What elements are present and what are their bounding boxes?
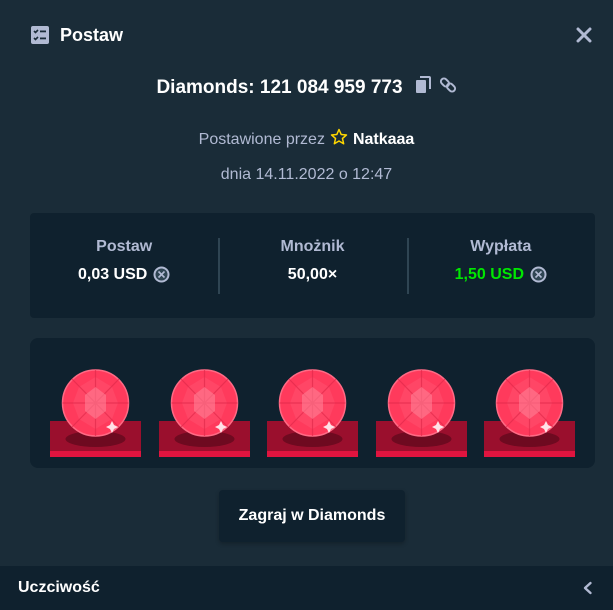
currency-icon <box>530 266 547 283</box>
gems-panel <box>30 338 595 468</box>
modal-header: Postaw <box>0 0 613 70</box>
fairness-label: Uczciwość <box>18 579 100 596</box>
stat-multiplier-label: Mnożnik <box>280 237 345 255</box>
stat-bet: Postaw 0,03 USD <box>30 238 218 294</box>
fairness-section[interactable]: Uczciwość <box>0 566 613 610</box>
bet-slip-icon <box>30 25 50 45</box>
stat-multiplier-value-row: 50,00× <box>218 266 406 284</box>
stat-payout: Wypłata 1,50 USD <box>406 237 595 294</box>
bet-title: Diamonds: 121 084 959 773 <box>156 77 403 98</box>
stat-bet-value-row: 0,03 USD <box>30 266 218 284</box>
bet-date: dnia 14.11.2022 o 12:47 <box>220 166 393 183</box>
diamond-gem-icon <box>484 347 575 459</box>
bet-title-row: Diamonds: 121 084 959 773 <box>0 76 613 100</box>
star-icon <box>330 128 348 151</box>
diamond-gem-icon <box>267 347 358 459</box>
user-name-link[interactable]: Natkaaa <box>353 131 414 149</box>
close-button[interactable] <box>573 24 595 46</box>
currency-icon <box>153 266 170 283</box>
stat-multiplier: Mnożnik 50,00× <box>218 237 406 294</box>
modal-title: Postaw <box>60 24 124 45</box>
diamond-gem-icon <box>158 347 250 459</box>
diamond-gem-icon <box>50 347 141 459</box>
stat-bet-label: Postaw <box>96 237 153 255</box>
copy-icon[interactable] <box>415 76 431 100</box>
play-game-button[interactable]: Zagraj w Diamonds <box>219 490 405 542</box>
placed-by-label: Postawione przez <box>198 130 325 148</box>
chevron-left-icon[interactable] <box>581 581 595 595</box>
stat-payout-value: 1,50 USD <box>454 265 524 283</box>
diamond-gem-icon <box>375 347 467 459</box>
link-icon[interactable] <box>439 76 457 100</box>
bet-stats-panel: Postaw 0,03 USD Mnożnik 50,00× Wypłata 1… <box>30 213 595 318</box>
close-icon <box>576 27 592 43</box>
stat-payout-label: Wypłata <box>470 237 532 255</box>
stat-bet-value: 0,03 USD <box>77 265 148 283</box>
stat-multiplier-value: 50,00× <box>287 265 338 283</box>
placed-by-row: Postawione przez Natkaaa <box>0 128 613 151</box>
stat-payout-value-row: 1,50 USD <box>407 266 595 284</box>
